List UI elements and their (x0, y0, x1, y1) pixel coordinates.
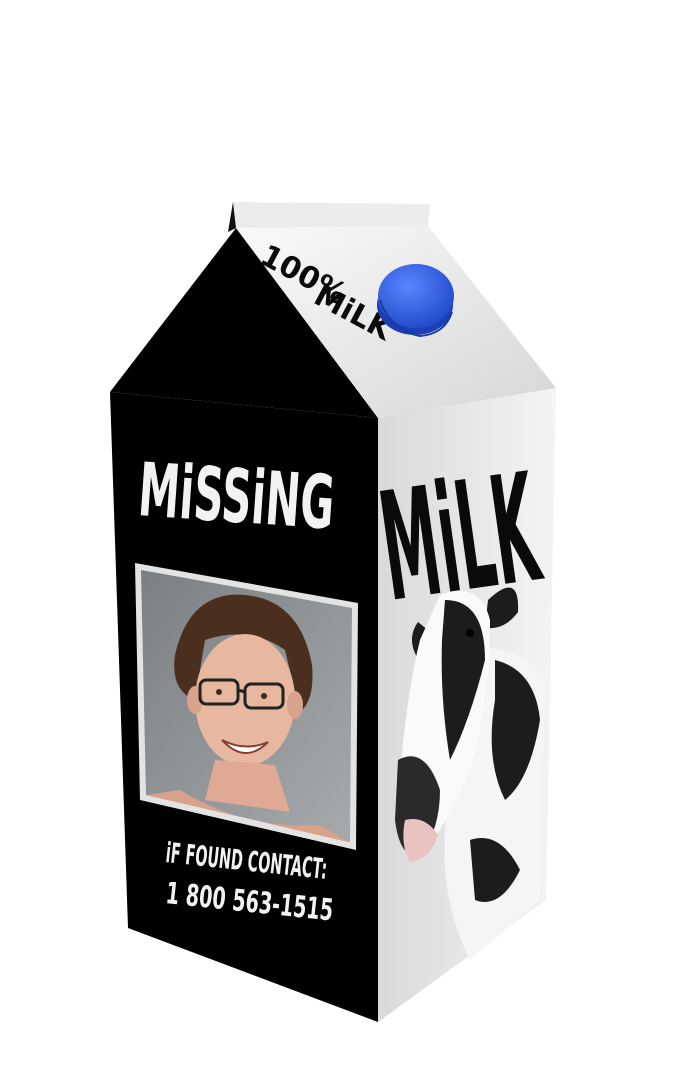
carton-cap (377, 264, 454, 338)
missing-headline: MiSSiNG (136, 447, 338, 546)
milk-carton-scene: 100% MiLK MiSSiNG iF FOUND CONTACT: 1 80… (110, 202, 556, 1022)
